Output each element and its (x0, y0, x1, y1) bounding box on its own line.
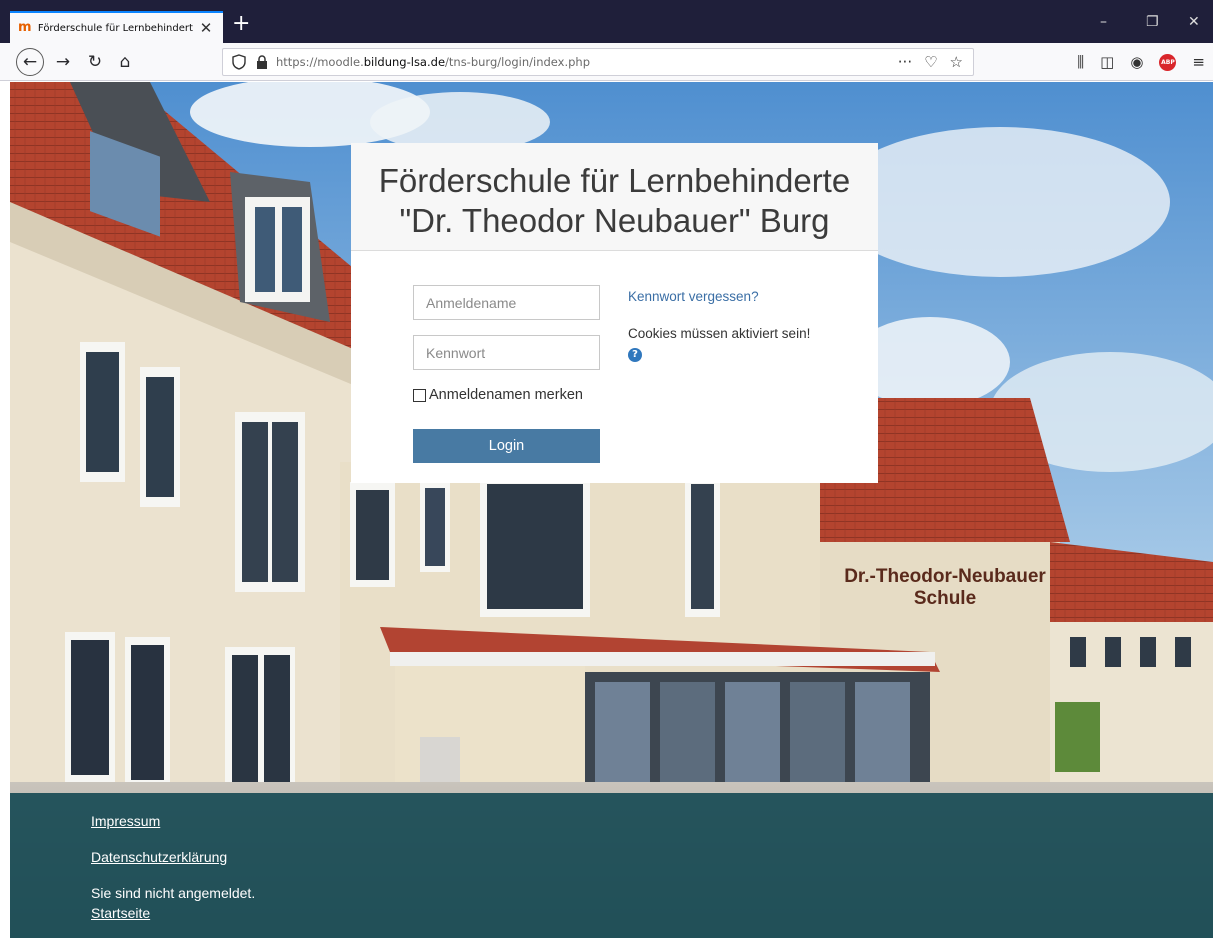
impressum-link[interactable]: Impressum (91, 813, 160, 829)
window-close-icon[interactable]: ✕ (1188, 14, 1200, 30)
pocket-icon[interactable]: ♡ (924, 53, 937, 71)
privacy-link[interactable]: Datenschutzerklärung (91, 849, 227, 865)
tab-close-icon[interactable]: ✕ (197, 19, 215, 37)
bookmark-star-icon[interactable]: ☆ (950, 53, 963, 71)
account-icon[interactable]: ◉ (1130, 53, 1143, 71)
tab-bar: m Förderschule für Lernbehindert ✕ + – ❐… (0, 0, 1213, 43)
lock-icon[interactable] (256, 55, 268, 69)
school-sign-line1: Dr.-Theodor-Neubauer (844, 566, 1046, 587)
back-icon[interactable]: ← (16, 48, 44, 76)
browser-tab[interactable]: m Förderschule für Lernbehindert ✕ (10, 11, 223, 43)
url-bar[interactable]: https://moodle.bildung-lsa.de/tns-burg/l… (222, 48, 974, 76)
reload-icon[interactable]: ↻ (82, 49, 108, 75)
home-link[interactable]: Startseite (91, 905, 150, 921)
tab-title: Förderschule für Lernbehindert (37, 22, 193, 34)
home-icon[interactable]: ⌂ (112, 49, 138, 75)
site-title-line1: Förderschule für Lernbehinderte (378, 162, 851, 199)
login-header: Förderschule für Lernbehinderte "Dr. The… (351, 143, 878, 251)
minimize-icon[interactable]: – (1100, 14, 1107, 30)
page-footer: Impressum Datenschutzerklärung Sie sind … (10, 793, 1213, 938)
site-title-line2: "Dr. Theodor Neubauer" Burg (399, 202, 830, 239)
page-content: Dr.-Theodor-Neubauer Schule Förderschule… (10, 82, 1213, 938)
adblock-plus-icon[interactable]: ABP (1159, 53, 1177, 71)
remember-username[interactable]: Anmeldenamen merken (413, 387, 583, 403)
login-button[interactable]: Login (413, 429, 600, 463)
school-sign-line2: Schule (914, 588, 976, 609)
menu-hamburger-icon[interactable]: ≡ (1192, 53, 1205, 71)
help-icon[interactable]: ? (628, 348, 642, 362)
moodle-favicon-icon: m (18, 20, 32, 35)
cookies-notice: Cookies müssen aktiviert sein! (628, 326, 811, 341)
url-text[interactable]: https://moodle.bildung-lsa.de/tns-burg/l… (276, 55, 590, 69)
page-actions-icon[interactable]: ··· (898, 53, 912, 71)
remember-checkbox[interactable] (413, 388, 426, 402)
library-icon[interactable]: ⫼ (1077, 53, 1084, 71)
login-status: Sie sind nicht angemeldet. (91, 885, 256, 901)
password-input[interactable] (413, 335, 600, 370)
login-card: Förderschule für Lernbehinderte "Dr. The… (351, 143, 878, 483)
sidebar-icon[interactable]: ◫ (1100, 53, 1114, 71)
new-tab-icon[interactable]: + (232, 13, 250, 35)
forward-icon[interactable]: → (50, 49, 76, 75)
navigation-toolbar: ← → ↻ ⌂ https://moodle.bildung-lsa.de/tn… (0, 43, 1213, 81)
forgot-password-link[interactable]: Kennwort vergessen? (628, 289, 759, 304)
tracking-shield-icon[interactable] (232, 54, 246, 70)
restore-icon[interactable]: ❐ (1146, 14, 1159, 30)
username-input[interactable] (413, 285, 600, 320)
remember-label: Anmeldenamen merken (429, 387, 583, 403)
